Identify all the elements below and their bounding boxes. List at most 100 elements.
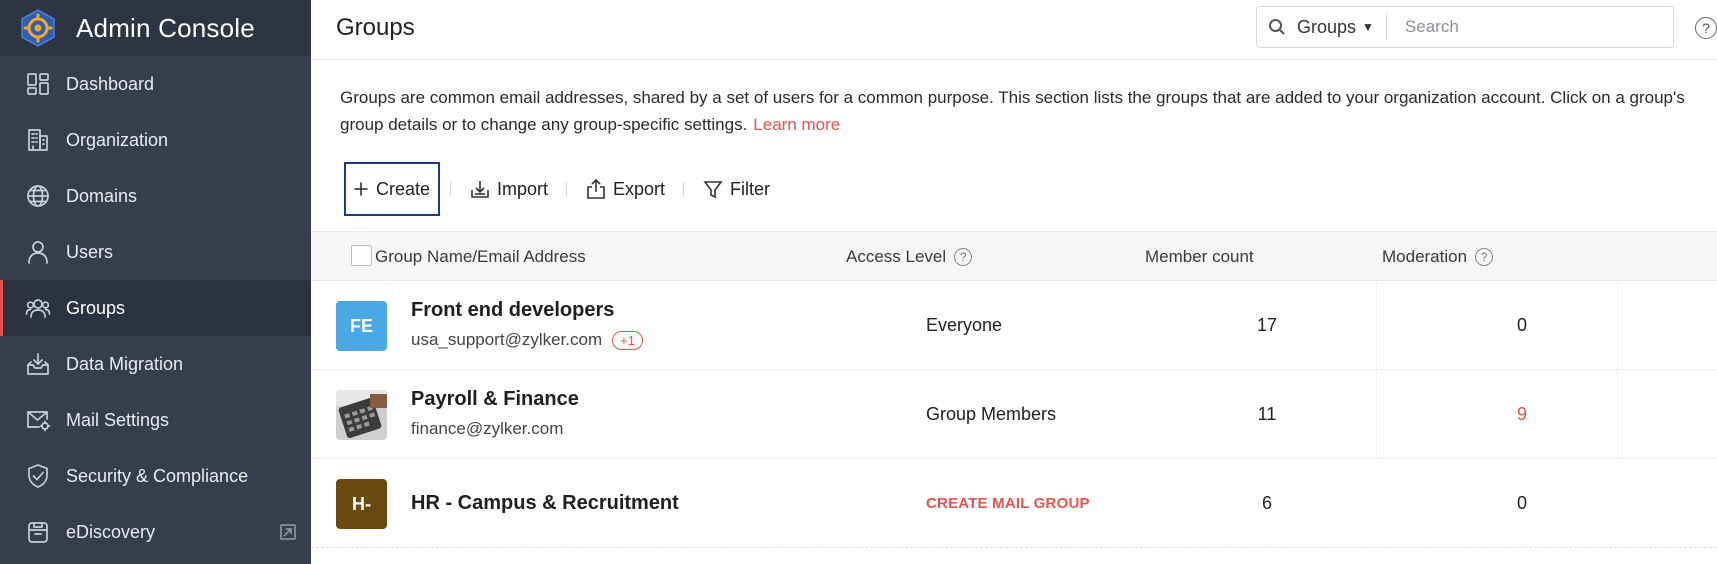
moderation-help-icon[interactable]: ? — [1475, 248, 1494, 266]
sidebar-item-users[interactable]: Users — [0, 224, 311, 280]
app-title: Admin Console — [76, 12, 255, 43]
column-header-access-label: Access Level — [846, 247, 947, 266]
sidebar-item-security-compliance[interactable]: Security & Compliance — [0, 448, 311, 504]
page-title: Groups — [336, 14, 415, 41]
create-button[interactable]: Create — [344, 162, 440, 216]
toolbar-divider — [566, 182, 568, 196]
export-icon — [587, 178, 605, 199]
caret-down-icon: ▼ — [1362, 20, 1374, 34]
sidebar-item-label: Groups — [66, 297, 126, 318]
group-email-text: finance@zylker.com — [411, 419, 564, 438]
export-label: Export — [613, 178, 666, 199]
column-divider — [1617, 281, 1618, 370]
column-divider — [1376, 370, 1377, 459]
group-name[interactable]: HR - Campus & Recruitment — [411, 492, 679, 515]
sidebar-item-label: Organization — [66, 129, 169, 150]
toolbar-divider — [683, 182, 685, 196]
moderation-count: 0 — [1516, 315, 1527, 335]
dashboard-icon — [24, 70, 52, 98]
access-level: Group Members — [926, 404, 1057, 424]
external-link-icon[interactable] — [279, 523, 297, 541]
sidebar-item-ediscovery[interactable]: eDiscovery — [0, 504, 311, 560]
table-row[interactable]: H- HR - Campus & Recruitment CREATE MAIL… — [311, 459, 1717, 548]
sidebar-item-data-migration[interactable]: Data Migration — [0, 336, 311, 392]
access-help-icon[interactable]: ? — [954, 248, 973, 266]
column-header-name-label: Group Name/Email Address — [375, 247, 586, 266]
toolbar-divider — [450, 182, 451, 196]
select-all-checkbox[interactable] — [351, 245, 372, 266]
group-avatar: H- — [336, 479, 387, 529]
calculator-photo-icon — [336, 390, 387, 440]
search-scope-dropdown[interactable]: Groups ▼ — [1297, 14, 1387, 40]
brand-header: Admin Console — [0, 0, 311, 56]
sidebar-item-domains[interactable]: Domains — [0, 168, 311, 224]
filter-icon — [703, 181, 723, 199]
table-row[interactable]: Payroll & Finance finance@zylker.com Gro… — [311, 370, 1717, 459]
import-button[interactable]: Import — [461, 162, 556, 216]
page-header: Groups Groups ▼ ? — [311, 0, 1717, 60]
page-description: Groups are common email addresses, share… — [340, 84, 1717, 138]
group-email: finance@zylker.com — [411, 419, 563, 439]
alias-count-badge[interactable]: +1 — [612, 330, 643, 350]
sidebar-item-label: Data Migration — [66, 353, 184, 374]
column-header-access[interactable]: Access Level? — [846, 247, 973, 267]
import-label: Import — [497, 178, 549, 199]
sidebar-item-label: Domains — [66, 185, 138, 206]
building-icon — [24, 126, 52, 154]
group-name[interactable]: Front end developers — [411, 299, 614, 322]
group-email: usa_support@zylker.com +1 — [411, 330, 643, 350]
help-icon[interactable]: ? — [1695, 17, 1717, 39]
import-icon — [471, 181, 489, 198]
column-divider — [1376, 281, 1377, 370]
member-count: 11 — [1257, 404, 1277, 424]
table-row[interactable]: FE Front end developers usa_support@zylk… — [311, 281, 1717, 370]
filter-button[interactable]: Filter — [694, 162, 778, 216]
admin-logo-icon — [21, 9, 55, 47]
column-header-members-label: Member count — [1145, 247, 1254, 266]
group-email-text: usa_support@zylker.com — [411, 330, 603, 349]
description-line-2-text: group details or to change any group-spe… — [340, 115, 748, 134]
search-input[interactable] — [1386, 9, 1647, 45]
shield-check-icon — [24, 462, 52, 490]
column-header-members[interactable]: Member count — [1145, 247, 1254, 267]
table-header: Group Name/Email Address Access Level? M… — [311, 231, 1717, 281]
moderation-count[interactable]: 9 — [1466, 404, 1578, 425]
access-level: Everyone — [926, 315, 1003, 335]
description-line-1: Groups are common email addresses, share… — [340, 88, 1685, 107]
group-avatar-image — [336, 390, 387, 440]
sidebar-item-label: Security & Compliance — [66, 465, 249, 486]
group-avatar: FE — [336, 301, 387, 351]
sidebar-item-label: Mail Settings — [66, 409, 170, 430]
column-divider — [1617, 370, 1618, 459]
globe-icon — [24, 182, 52, 210]
mail-gear-icon — [24, 406, 52, 434]
search-bar[interactable]: Groups ▼ — [1256, 6, 1674, 48]
search-scope-label: Groups — [1297, 16, 1357, 37]
column-header-moderation-label: Moderation — [1382, 247, 1468, 266]
member-count: 6 — [1261, 493, 1272, 513]
learn-more-link[interactable]: Learn more — [753, 115, 840, 134]
sidebar-item-dashboard[interactable]: Dashboard — [0, 56, 311, 112]
column-header-moderation[interactable]: Moderation? — [1382, 247, 1494, 267]
user-icon — [24, 238, 52, 266]
create-label: Create — [375, 178, 430, 199]
sidebar-item-organization[interactable]: Organization — [0, 112, 311, 168]
member-count: 17 — [1256, 315, 1278, 335]
sidebar-item-label: Users — [66, 241, 114, 262]
sidebar: Admin Console Dashboard Organization Dom… — [0, 0, 311, 564]
sidebar-item-mail-settings[interactable]: Mail Settings — [0, 392, 311, 448]
moderation-count: 0 — [1516, 493, 1527, 513]
sidebar-item-label: Dashboard — [66, 73, 155, 94]
group-icon — [24, 294, 52, 322]
group-name[interactable]: Payroll & Finance — [411, 388, 579, 411]
create-mail-group-link[interactable]: CREATE MAIL GROUP — [926, 495, 1090, 512]
archive-icon — [24, 518, 52, 546]
column-header-name[interactable]: Group Name/Email Address — [375, 247, 586, 267]
filter-label: Filter — [730, 178, 771, 199]
search-icon — [1257, 7, 1297, 47]
action-toolbar: Create Import Export Filter — [344, 162, 778, 216]
plus-icon — [354, 182, 368, 196]
sidebar-item-groups[interactable]: Groups — [0, 280, 311, 336]
description-line-2: group details or to change any group-spe… — [340, 111, 1717, 138]
export-button[interactable]: Export — [577, 162, 673, 216]
